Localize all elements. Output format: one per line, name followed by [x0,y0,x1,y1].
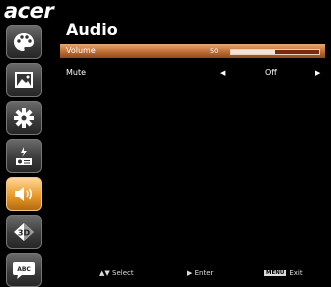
mute-value: Off [265,68,277,77]
sidebar-item-management[interactable] [6,139,42,173]
footer-exit-hint: MENU Exit [264,269,303,277]
arrow-left-icon[interactable]: ◀ [220,66,225,80]
sidebar-item-3d[interactable]: 3D [6,215,42,249]
volume-row[interactable]: Volume 50 [60,44,325,58]
audio-icon [15,187,33,201]
sidebar-item-image[interactable] [6,63,42,97]
volume-label: Volume [66,46,96,55]
image-icon [15,72,33,88]
page-title: Audio [66,20,118,39]
sidebar-item-language[interactable]: ABC [6,253,42,287]
exit-label: Exit [289,269,303,277]
mute-label: Mute [66,68,87,77]
menu-key-badge: MENU [264,270,287,276]
brand-logo: acer [4,0,54,23]
gear-icon [14,108,34,128]
projector-management-icon [16,147,32,165]
footer-select-hint: ▲▼ Select [99,269,134,277]
enter-label: Enter [194,269,214,277]
3d-icon: 3D [14,223,34,241]
footer-enter-hint: ▶ Enter [187,269,213,277]
palette-icon [14,33,34,51]
enter-arrow-icon: ▶ [187,269,193,277]
osd-menu: acer 3D ABC Audio Volume 50 Mute ◀ Off ▶… [0,0,331,287]
3d-label: 3D [18,229,31,238]
select-label: Select [112,269,134,277]
volume-slider[interactable] [230,49,320,55]
sidebar-item-color[interactable] [6,25,42,59]
mute-row[interactable]: Mute ◀ Off ▶ [60,66,325,80]
sidebar-item-audio[interactable] [6,177,42,211]
sidebar-item-setting[interactable] [6,101,42,135]
volume-slider-fill [231,50,275,54]
arrow-right-icon[interactable]: ▶ [315,66,320,80]
language-badge-text: ABC [17,266,31,273]
volume-value: 50 [210,47,219,55]
language-abc-icon: ABC [13,262,35,279]
up-down-arrows-icon: ▲▼ [99,269,110,277]
